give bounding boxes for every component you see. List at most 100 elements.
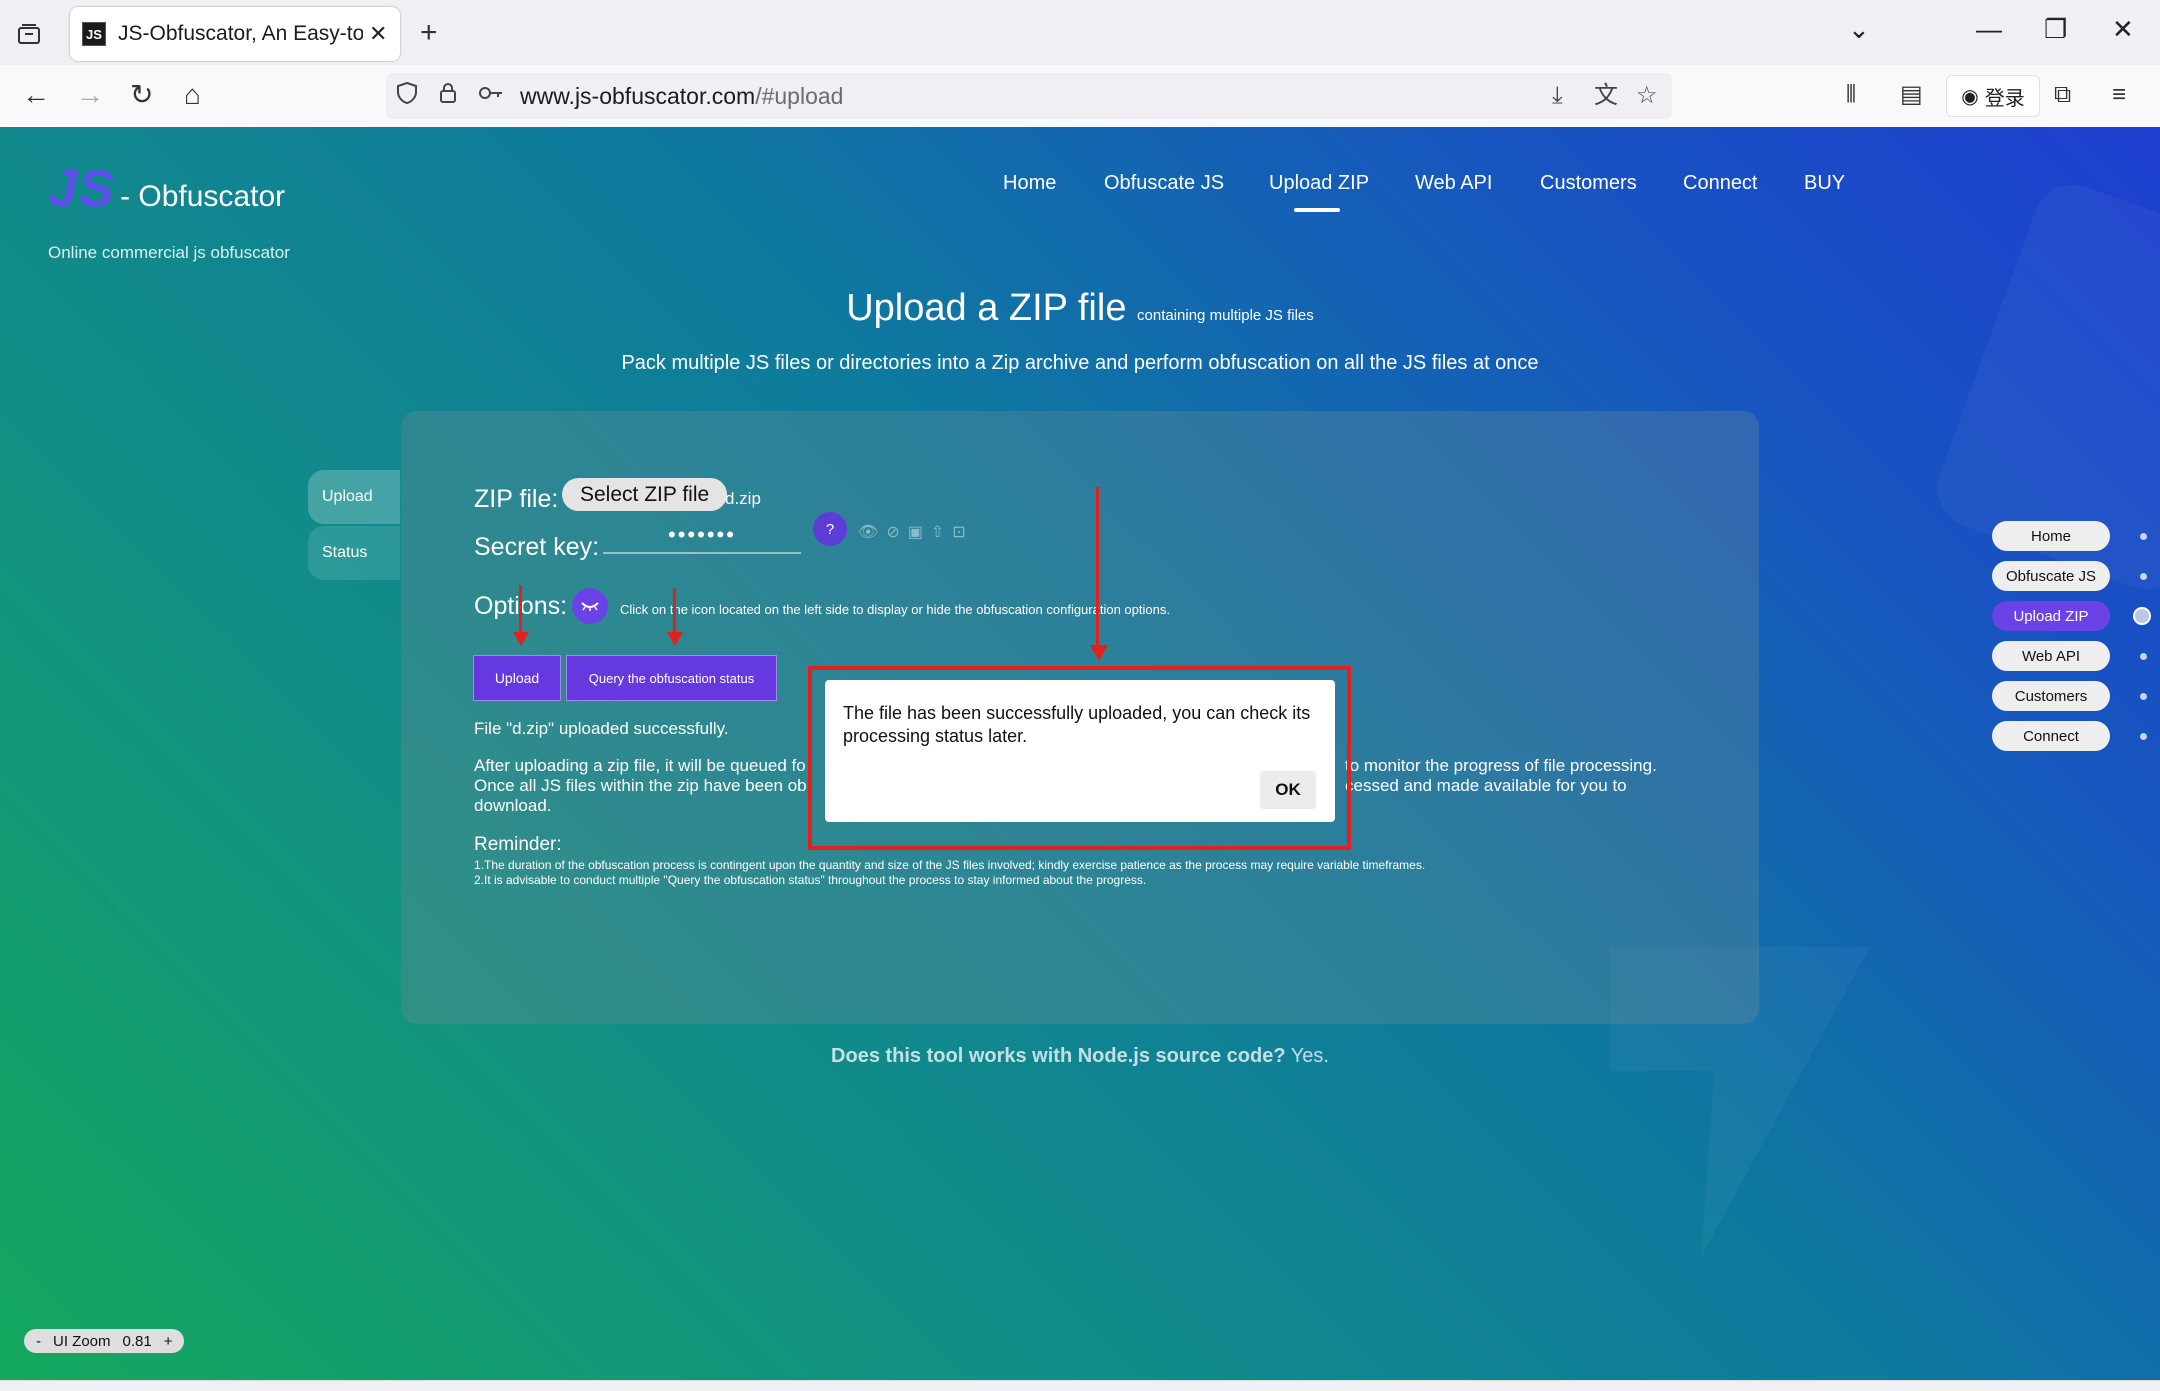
rnav-connect[interactable]: Connect xyxy=(1992,721,2110,751)
tab-status[interactable]: Status xyxy=(308,526,400,580)
login-label: 登录 xyxy=(1984,87,2025,110)
save-key-icon[interactable]: ▣ xyxy=(908,522,923,542)
generate-key-icon[interactable]: ⊡ xyxy=(952,522,965,542)
tab-overflow-chevron-icon[interactable]: ⌄ xyxy=(1848,14,1870,45)
annotation-arrow xyxy=(519,585,522,635)
back-icon[interactable]: ← xyxy=(22,77,50,113)
page-title: Upload a ZIP file containing multiple JS… xyxy=(0,287,2160,330)
rnav-obfuscate-js[interactable]: Obfuscate JS xyxy=(1992,561,2110,591)
faq-answer: Yes. xyxy=(1290,1045,1329,1067)
rnav-dot[interactable] xyxy=(2140,653,2147,660)
rnav-dot[interactable] xyxy=(2140,533,2147,540)
help-question-button[interactable]: ? xyxy=(813,512,847,546)
menu-icon[interactable]: ≡ xyxy=(2112,77,2126,113)
close-tab-icon[interactable]: ✕ xyxy=(369,21,387,47)
nav-obfuscate-js[interactable]: Obfuscate JS xyxy=(1104,172,1224,195)
hide-key-eye-icon[interactable]: ⊘ xyxy=(886,522,899,542)
rnav-dot[interactable] xyxy=(2140,733,2147,740)
nav-home[interactable]: Home xyxy=(1003,172,1056,195)
bookmark-star-icon[interactable]: ☆ xyxy=(1636,81,1658,111)
url-path: /#upload xyxy=(755,83,844,109)
upload-key-icon[interactable]: ⇧ xyxy=(931,522,944,542)
nav-upload-zip[interactable]: Upload ZIP xyxy=(1269,172,1369,195)
restore-icon[interactable]: ❐ xyxy=(2044,14,2067,45)
lock-icon[interactable] xyxy=(438,81,458,113)
annotation-arrow xyxy=(1096,487,1099,647)
translate-icon[interactable]: 文 xyxy=(1594,81,1618,111)
info-line-2-right: cessed and made available for you to xyxy=(1345,776,1627,795)
zoom-in-button[interactable]: + xyxy=(164,1333,173,1350)
tab-upload[interactable]: Upload xyxy=(308,470,400,524)
annotation-arrowhead xyxy=(667,632,683,646)
zoom-value: 0.81 xyxy=(122,1332,152,1350)
sidebar-icon[interactable]: ▤ xyxy=(1900,77,1923,113)
options-toggle-eye-icon[interactable] xyxy=(572,588,608,624)
info-line-1-left: After uploading a zip file, it will be q… xyxy=(474,756,806,775)
browser-nav-bar: ← → ↻ ⌂ www.js-obfuscator.com/#upload ⤓ … xyxy=(0,65,2160,128)
tracking-shield-icon[interactable] xyxy=(396,81,418,113)
alert-dialog: The file has been successfully uploaded,… xyxy=(825,680,1335,822)
faq-question: Does this tool works with Node.js source… xyxy=(831,1045,1286,1067)
download-page-icon[interactable]: ⤓ xyxy=(1552,81,1563,111)
reload-icon[interactable]: ↻ xyxy=(130,77,153,113)
side-tabs: Upload Status xyxy=(308,470,400,582)
rnav-web-api[interactable]: Web API xyxy=(1992,641,2110,671)
info-line-3: download. xyxy=(474,796,552,815)
annotation-arrowhead xyxy=(1090,645,1108,661)
alert-ok-button[interactable]: OK xyxy=(1260,771,1316,809)
alert-message: The file has been successfully uploaded,… xyxy=(843,703,1311,746)
tab-title: JS-Obfuscator, An Easy-to-use xyxy=(118,22,363,45)
show-key-eye-icon[interactable]: 👁 xyxy=(858,522,878,542)
zoom-label: UI Zoom xyxy=(53,1332,111,1350)
nav-web-api[interactable]: Web API xyxy=(1415,172,1492,195)
library-icon[interactable]: ⫴ xyxy=(1846,77,1856,113)
web-page: JS - Obfuscator Online commercial js obf… xyxy=(0,127,2160,1380)
url-text[interactable]: www.js-obfuscator.com/#upload xyxy=(520,83,843,110)
minimize-icon[interactable]: — xyxy=(1976,14,2002,45)
nav-customers[interactable]: Customers xyxy=(1540,172,1637,195)
home-icon[interactable]: ⌂ xyxy=(184,77,201,113)
rnav-home[interactable]: Home xyxy=(1992,521,2110,551)
nav-connect[interactable]: Connect xyxy=(1683,172,1758,195)
zoom-out-button[interactable]: - xyxy=(36,1333,41,1350)
upload-result-text: File "d.zip" uploaded successfully. xyxy=(474,719,729,738)
logo-js: JS xyxy=(48,160,116,218)
site-logo[interactable]: JS - Obfuscator Online commercial js obf… xyxy=(48,159,290,262)
address-bar[interactable]: www.js-obfuscator.com/#upload ⤓ 文 ☆ xyxy=(386,73,1672,119)
tab-list-icon[interactable] xyxy=(10,15,48,53)
key-tool-icons: 👁 ⊘ ▣ ⇧ ⊡ xyxy=(858,522,966,542)
key-icon[interactable] xyxy=(478,81,504,113)
query-status-button[interactable]: Query the obfuscation status xyxy=(566,655,777,701)
reminder-item-1: 1.The duration of the obfuscation proces… xyxy=(474,858,1426,872)
select-zip-button[interactable]: Select ZIP file xyxy=(562,478,728,511)
page-subtitle: Pack multiple JS files or directories in… xyxy=(621,352,1539,374)
secret-key-input[interactable]: ••••••• xyxy=(603,518,801,554)
secret-key-label: Secret key: xyxy=(474,533,600,561)
rnav-upload-zip[interactable]: Upload ZIP xyxy=(1992,601,2110,631)
account-login-button[interactable]: ◉ 登录 xyxy=(1946,75,2040,117)
rnav-customers[interactable]: Customers xyxy=(1992,681,2110,711)
nav-active-indicator xyxy=(1294,208,1340,212)
reminder-title: Reminder: xyxy=(474,834,562,855)
logo-name: - Obfuscator xyxy=(120,180,286,213)
site-tagline: Online commercial js obfuscator xyxy=(48,243,290,262)
faq-line: Does this tool works with Node.js source… xyxy=(0,1045,2160,1068)
rnav-dot[interactable] xyxy=(2140,573,2147,580)
browser-status-bar xyxy=(0,1380,2160,1391)
info-line-2-left: Once all JS files within the zip have be… xyxy=(474,776,807,795)
site-favicon-icon: JS xyxy=(82,22,106,46)
active-tab[interactable]: JS JS-Obfuscator, An Easy-to-use ✕ xyxy=(70,7,400,61)
account-icon: ◉ xyxy=(1961,85,1979,108)
page-title-main: Upload a ZIP file xyxy=(846,287,1127,329)
browser-tab-bar: JS JS-Obfuscator, An Easy-to-use ✕ + ⌄ —… xyxy=(0,0,2160,65)
options-hint: Click on the icon located on the left si… xyxy=(620,602,1170,617)
rnav-dot-active[interactable] xyxy=(2133,607,2151,625)
close-window-icon[interactable]: ✕ xyxy=(2112,14,2134,45)
upload-button[interactable]: Upload xyxy=(473,655,561,701)
forward-icon[interactable]: → xyxy=(76,77,104,113)
rnav-dot[interactable] xyxy=(2140,693,2147,700)
annotation-arrow xyxy=(673,588,676,635)
new-tab-icon[interactable]: + xyxy=(420,16,438,50)
extensions-icon[interactable]: ⧉ xyxy=(2054,77,2071,113)
nav-buy[interactable]: BUY xyxy=(1804,172,1845,195)
